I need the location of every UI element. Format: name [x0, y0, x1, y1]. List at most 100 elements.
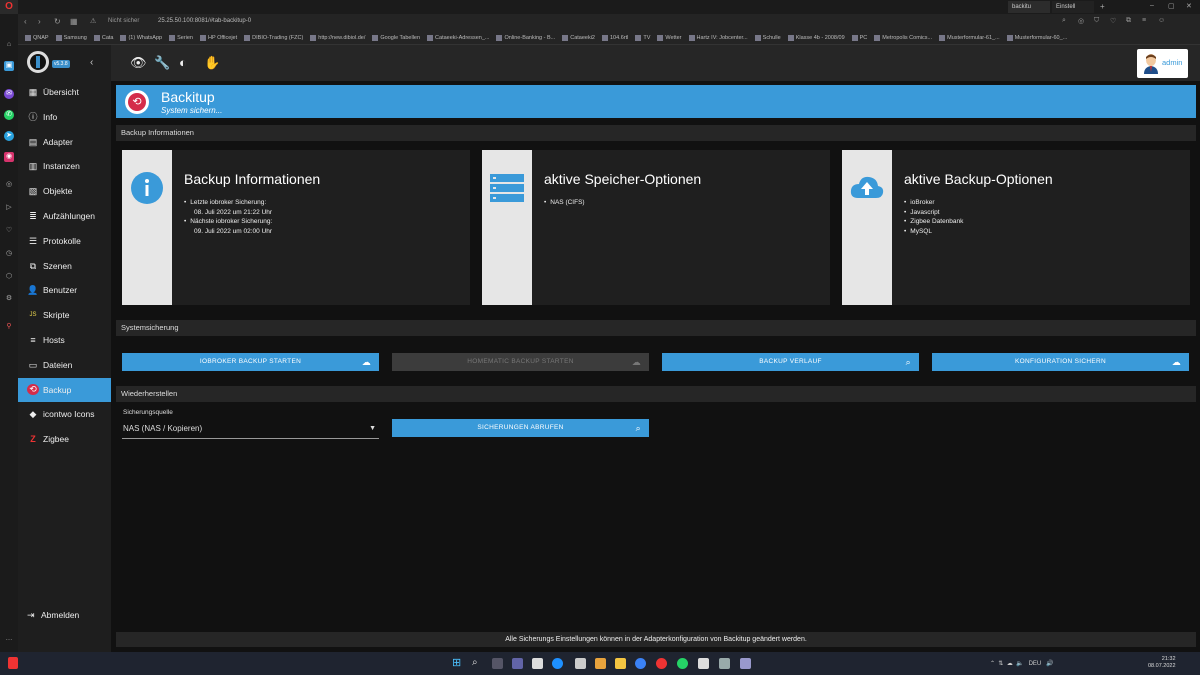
widgets-icon[interactable]: [532, 658, 543, 669]
bookmark-item[interactable]: Klasse 4b - 2008/09: [787, 31, 845, 44]
backup-history-button[interactable]: BACKUP VERLAUF ⌕: [662, 353, 919, 371]
sidebar-item-backup[interactable]: ⟲ Backup: [18, 377, 111, 402]
bookmark-item[interactable]: 104.6rtl: [602, 31, 628, 44]
calendar-icon[interactable]: [740, 658, 751, 669]
bookmark-item[interactable]: Metropolis Comics...: [874, 31, 932, 44]
sidebar-item-objekte[interactable]: ▧ Objekte: [18, 179, 111, 203]
bookmark-item[interactable]: HP Officejet: [200, 31, 237, 44]
url-field[interactable]: 25.25.50.100:8081/#tab-backitup-0: [158, 18, 251, 24]
user-badge[interactable]: admin: [1137, 49, 1188, 78]
opera-icon[interactable]: [656, 658, 667, 669]
sidebar-item-szenen[interactable]: ⧉ Szenen: [18, 254, 111, 278]
speed-dial-icon[interactable]: ▣: [4, 61, 14, 71]
maximize-icon[interactable]: ▢: [1168, 2, 1175, 10]
sidebar-item-zigbee[interactable]: Z Zigbee: [18, 427, 111, 451]
sidebar-item-adapter[interactable]: ▤ Adapter: [18, 130, 111, 154]
brightness-icon[interactable]: ◐: [179, 55, 187, 70]
bookmark-item[interactable]: Cata: [93, 31, 113, 44]
back-icon[interactable]: ‹: [24, 17, 27, 26]
bookmark-item[interactable]: (1) WhatsApp: [120, 31, 162, 44]
whatsapp-icon[interactable]: [677, 658, 688, 669]
gear-icon[interactable]: ⚙: [4, 294, 14, 304]
task-view-icon[interactable]: [492, 658, 503, 669]
heart-icon[interactable]: ♡: [1110, 17, 1116, 25]
shield-icon[interactable]: ⛉: [1094, 17, 1099, 25]
player-icon[interactable]: ◎: [4, 180, 14, 190]
language-indicator[interactable]: DEU: [1029, 661, 1042, 667]
chrome-icon[interactable]: [635, 658, 646, 669]
instagram-icon[interactable]: ◉: [4, 152, 14, 162]
wrench-icon[interactable]: 🔧: [154, 55, 170, 71]
bookmark-item[interactable]: TV: [635, 31, 650, 44]
browser-tab-einstellungen[interactable]: Einstell: [1052, 1, 1094, 13]
extensions-icon[interactable]: ⧉: [1126, 17, 1131, 25]
search-icon[interactable]: ⌕: [472, 657, 478, 668]
bookmark-item[interactable]: Cataeeki-Adressen_...: [427, 31, 489, 44]
bookmark-item[interactable]: Google Tabellen: [372, 31, 420, 44]
bookmark-item[interactable]: Wetter: [657, 31, 682, 44]
explorer-icon[interactable]: [615, 658, 626, 669]
bookmark-item[interactable]: DIBIO-Trading (FZC): [244, 31, 303, 44]
forward-icon[interactable]: ›: [38, 17, 41, 26]
profile-icon[interactable]: ☺: [1158, 17, 1165, 24]
save-config-button[interactable]: KONFIGURATION SICHERN ☁: [932, 353, 1189, 371]
minimize-icon[interactable]: –: [1150, 2, 1154, 9]
notes-icon[interactable]: [698, 658, 709, 669]
close-window-icon[interactable]: ✕: [1186, 2, 1192, 10]
messenger-icon[interactable]: ✉: [4, 89, 14, 99]
source-select[interactable]: NAS (NAS / Kopieren) ▼: [122, 421, 379, 439]
bookmark-item[interactable]: Serien: [169, 31, 193, 44]
windows-start-icon[interactable]: ⊞: [452, 658, 463, 669]
clock[interactable]: 21:32 08.07.2022: [1148, 656, 1176, 670]
mail-icon[interactable]: [595, 658, 606, 669]
more-icon[interactable]: …: [4, 634, 14, 644]
edge-icon[interactable]: [552, 658, 563, 669]
tabs-grid-icon[interactable]: ▦: [70, 17, 78, 26]
speaker-icon[interactable]: 🔊: [1046, 661, 1053, 667]
bookmark-item[interactable]: Schulle: [754, 31, 781, 44]
sidebar-item-benutzer[interactable]: 👤 Benutzer: [18, 278, 111, 302]
bookmark-item[interactable]: http://new.dibiol.de/: [310, 31, 365, 44]
history-icon[interactable]: ◷: [4, 249, 14, 259]
location-icon[interactable]: ⚲: [4, 322, 14, 332]
bookmark-item[interactable]: Online-Banking - B...: [496, 31, 555, 44]
sidebar-item-hosts[interactable]: ≡ Hosts: [18, 328, 111, 352]
opera-logo-icon[interactable]: O: [0, 0, 18, 14]
favorites-icon[interactable]: ♡: [4, 226, 14, 236]
logout-button[interactable]: ⇥ Abmelden: [18, 603, 111, 627]
network-icon[interactable]: ⇅: [998, 661, 1003, 667]
new-tab-icon[interactable]: +: [1100, 2, 1105, 11]
sidebar-item-übersicht[interactable]: ▦ Übersicht: [18, 80, 111, 104]
hand-icon[interactable]: ✋: [204, 55, 220, 71]
reload-icon[interactable]: ↻: [54, 17, 61, 26]
bookmark-item[interactable]: Hartz IV: Jobcenter...: [688, 31, 748, 44]
whatsapp-icon[interactable]: ✆: [4, 110, 14, 120]
bookmark-item[interactable]: Cataeeki2: [562, 31, 595, 44]
bookmark-item[interactable]: Samsung: [55, 31, 87, 44]
sidebar-item-dateien[interactable]: ▭ Dateien: [18, 353, 111, 377]
search-icon[interactable]: ⌕: [1062, 17, 1066, 25]
fetch-backups-button[interactable]: SICHERUNGEN ABRUFEN ⌕: [392, 419, 649, 437]
bookmark-item[interactable]: Musterformular-60_...: [1006, 31, 1067, 44]
bookmark-item[interactable]: QNAP: [25, 31, 49, 44]
telegram-icon[interactable]: ➤: [4, 131, 14, 141]
volume-icon[interactable]: 🔈: [1016, 661, 1023, 667]
tool-icon[interactable]: [719, 658, 730, 669]
browser-tab-backitup[interactable]: backitu: [1008, 1, 1050, 13]
cloud-icon[interactable]: ☁: [1007, 661, 1013, 667]
sidebar-item-icontwo-icons[interactable]: ◆ icontwo Icons: [18, 402, 111, 426]
sidebar-item-info[interactable]: ⓘ Info: [18, 105, 111, 129]
collapse-sidebar-icon[interactable]: ‹: [90, 57, 93, 68]
box-icon[interactable]: ⬡: [4, 272, 14, 282]
sidebar-item-protokolle[interactable]: ☰ Protokolle: [18, 229, 111, 253]
tray-chevron-icon[interactable]: ⌃: [990, 661, 995, 667]
home-icon[interactable]: ⌂: [4, 40, 14, 50]
sidebar-item-instanzen[interactable]: ▥ Instanzen: [18, 154, 111, 178]
sidebar-item-aufzählungen[interactable]: ≣ Aufzählungen: [18, 204, 111, 228]
camera-icon[interactable]: ◎: [1078, 17, 1084, 25]
bookmark-item[interactable]: PC: [851, 31, 867, 44]
app-red-icon[interactable]: [8, 657, 18, 669]
settings-icon[interactable]: ≡: [1142, 17, 1146, 24]
store-icon[interactable]: [575, 658, 586, 669]
bookmark-item[interactable]: Musterformular-61_...: [939, 31, 1000, 44]
